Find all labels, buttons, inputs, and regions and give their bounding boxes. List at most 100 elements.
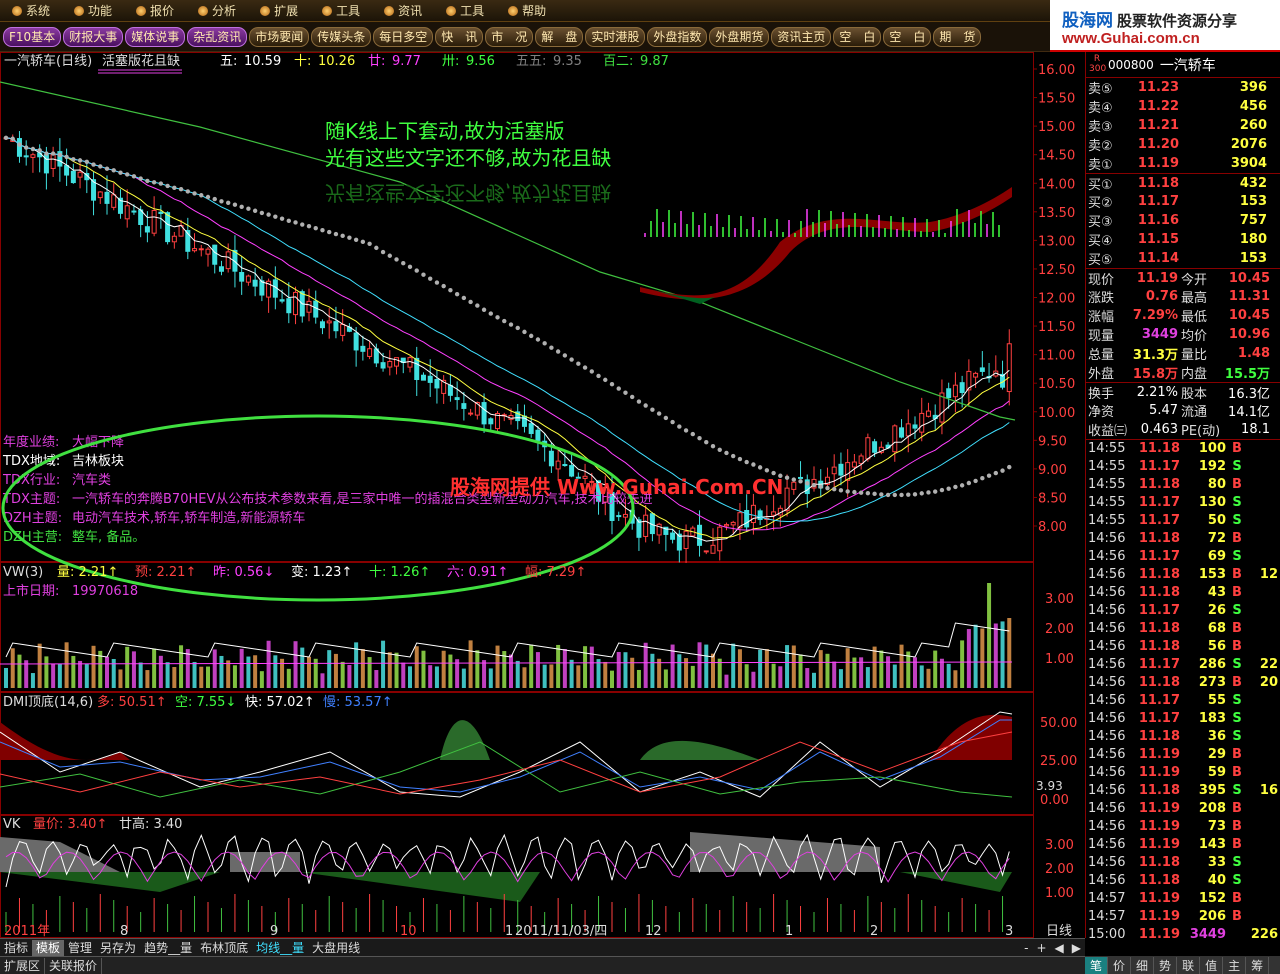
toolbar-button[interactable]: 资讯主页 (771, 26, 832, 47)
menu-item[interactable]: 扩展 (260, 2, 298, 19)
indicator-tab[interactable]: 管理 (64, 940, 96, 956)
quote-tab[interactable]: 价 (1108, 956, 1132, 974)
buy-level-row[interactable]: 买② 11.17 153 (1086, 192, 1280, 211)
quote-header: R 300 000800 一汽轿车 (1086, 52, 1280, 78)
indicator-tab[interactable]: 另存为 (96, 940, 140, 956)
toolbar-button[interactable]: 传媒头条 (311, 26, 372, 47)
status-item[interactable]: 扩展区 (0, 957, 46, 974)
tick-row[interactable]: 14:56 11.18 56 B (1086, 637, 1280, 655)
sell-level-row[interactable]: 卖④ 11.22 456 (1086, 97, 1280, 116)
toolbar-button[interactable]: 解 盘 (535, 26, 584, 47)
status-item[interactable]: 关联报价 (45, 957, 103, 974)
tick-price: 11.19 (1138, 800, 1180, 816)
sell-level-row[interactable]: 卖② 11.20 2076 (1086, 135, 1280, 154)
tick-row[interactable]: 14:55 11.17 192 S (1086, 457, 1280, 475)
tick-row[interactable]: 14:56 11.17 69 S (1086, 547, 1280, 565)
tick-row[interactable]: 14:56 11.18 273 B 20 (1086, 673, 1280, 691)
indicator-tab[interactable]: 趋势__量 (140, 940, 196, 956)
toolbar-button[interactable]: 媒体说事 (125, 26, 186, 47)
indicator-tab[interactable]: 均线__量 (252, 940, 308, 956)
tick-row[interactable]: 14:56 11.18 72 B (1086, 529, 1280, 547)
scroll-left-icon[interactable]: ◀ (1051, 940, 1068, 956)
tick-row[interactable]: 14:56 11.18 43 B (1086, 583, 1280, 601)
tick-row[interactable]: 14:56 11.19 143 B (1086, 835, 1280, 853)
zoom-out-button[interactable]: - (1020, 940, 1032, 956)
tick-row[interactable]: 14:57 11.19 206 B (1086, 907, 1280, 925)
tick-row[interactable]: 14:55 11.17 130 S (1086, 493, 1280, 511)
menu-item[interactable]: 帮助 (508, 2, 546, 19)
tick-list[interactable]: 14:55 11.18 100 B 14:55 11.17 192 S 14:55 11.18 80… (1086, 439, 1280, 943)
tick-row[interactable]: 14:57 11.19 152 B (1086, 889, 1280, 907)
tick-row[interactable]: 14:56 11.18 68 B (1086, 619, 1280, 637)
toolbar-button[interactable]: 杂乱资讯 (187, 26, 248, 47)
indicator-tab[interactable]: 指标 (0, 940, 32, 956)
quote-tab[interactable]: 联 (1177, 956, 1201, 974)
tick-row[interactable]: 14:55 11.18 80 B (1086, 475, 1280, 493)
toolbar-button[interactable]: F10基本 (3, 26, 62, 47)
toolbar-button[interactable]: 市场要闻 (249, 26, 310, 47)
sell-level-row[interactable]: 卖③ 11.21 260 (1086, 116, 1280, 135)
tick-row[interactable]: 14:56 11.17 183 S (1086, 709, 1280, 727)
quote-tab[interactable]: 势 (1154, 956, 1178, 974)
menu-item[interactable]: 资讯 (384, 2, 422, 19)
buy-level-row[interactable]: 买① 11.18 432 (1086, 173, 1280, 193)
toolbar-button[interactable]: 外盘指数 (647, 26, 708, 47)
buy-level-row[interactable]: 买④ 11.15 180 (1086, 230, 1280, 249)
tick-row[interactable]: 14:56 11.18 395 S 16 (1086, 781, 1280, 799)
toolbar-button[interactable]: 空 白 (833, 26, 882, 47)
toolbar-button[interactable]: 市 况 (485, 26, 534, 47)
menu-item[interactable]: 功能 (74, 2, 112, 19)
volume-bar (212, 649, 217, 688)
quote-tab[interactable]: 主 (1223, 956, 1247, 974)
toolbar-button[interactable]: 期 货 (933, 26, 982, 47)
buy-level-row[interactable]: 买⑤ 11.14 153 (1086, 249, 1280, 268)
menu-bullet-icon (384, 5, 395, 16)
menu-item[interactable]: 系统 (12, 2, 50, 19)
tick-row[interactable]: 14:56 11.17 55 S (1086, 691, 1280, 709)
kline-chart-area[interactable]: 一汽轿车(日线) 活塞版花且缺 五: 10.59 十: 10.26 廿: 9.77 卅: 9.56… (0, 52, 1085, 939)
zoom-in-button[interactable]: + (1032, 940, 1050, 956)
tick-row[interactable]: 14:56 11.18 153 B 12 (1086, 565, 1280, 583)
toolbar-button[interactable]: 每日多空 (373, 26, 434, 47)
tick-price: 11.17 (1138, 656, 1180, 672)
tick-row[interactable]: 15:00 11.19 3449 226 (1086, 925, 1280, 943)
quote-tab[interactable]: 值 (1200, 956, 1224, 974)
tick-row[interactable]: 14:56 11.18 36 S (1086, 727, 1280, 745)
menu-item[interactable]: 工具 (446, 2, 484, 19)
indicator-tab[interactable]: 模板 (32, 939, 65, 956)
sell-level-row[interactable]: 卖① 11.19 3904 (1086, 154, 1280, 173)
scroll-right-icon[interactable]: ▶ (1068, 940, 1085, 956)
volume-bar (125, 646, 130, 688)
indicator-tab[interactable]: 大盘用线 (308, 940, 364, 956)
tick-row[interactable]: 14:55 11.18 100 B (1086, 439, 1280, 457)
tick-row[interactable]: 14:56 11.18 40 S (1086, 871, 1280, 889)
tick-row[interactable]: 14:56 11.18 33 S (1086, 853, 1280, 871)
quote-tab[interactable]: 笔 (1085, 956, 1109, 974)
toolbar-button[interactable]: 外盘期货 (709, 26, 770, 47)
tick-row[interactable]: 14:55 11.17 50 S (1086, 511, 1280, 529)
buy-level-row[interactable]: 买③ 11.16 757 (1086, 211, 1280, 230)
indicator-tab[interactable]: 布林顶底 (196, 940, 252, 956)
tick-price: 11.18 (1138, 638, 1180, 654)
tick-row[interactable]: 14:56 11.19 73 B (1086, 817, 1280, 835)
toolbar-button[interactable]: 快 讯 (435, 26, 484, 47)
tick-row[interactable]: 14:56 11.19 29 B (1086, 745, 1280, 763)
toolbar-button[interactable]: 实时港股 (585, 26, 646, 47)
candle-body (333, 321, 339, 332)
menu-item[interactable]: 工具 (322, 2, 360, 19)
tick-time: 14:55 (1088, 476, 1126, 492)
quote-tab[interactable]: 筹 (1246, 956, 1270, 974)
toolbar-button[interactable]: 财报大事 (63, 26, 124, 47)
menu-item[interactable]: 报价 (136, 2, 174, 19)
quote-tab[interactable]: 细 (1131, 956, 1155, 974)
sell-level-row[interactable]: 卖⑤ 11.23 396 (1086, 78, 1280, 97)
tick-row[interactable]: 14:56 11.17 286 S 22 (1086, 655, 1280, 673)
tick-row[interactable]: 14:56 11.19 59 B (1086, 763, 1280, 781)
tick-volume: 286 (1198, 656, 1226, 672)
tick-row[interactable]: 14:56 11.19 208 B (1086, 799, 1280, 817)
candle-body (326, 320, 332, 324)
toolbar-button[interactable]: 空 白 (883, 26, 932, 47)
volume-bar (199, 666, 204, 688)
tick-row[interactable]: 14:56 11.17 26 S (1086, 601, 1280, 619)
menu-item[interactable]: 分析 (198, 2, 236, 19)
